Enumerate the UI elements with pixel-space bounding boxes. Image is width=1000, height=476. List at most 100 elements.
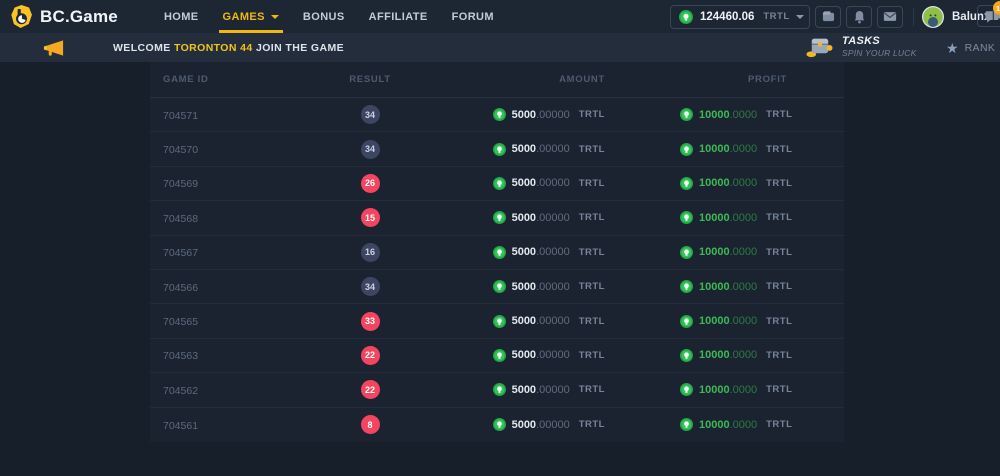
nav-forum[interactable]: FORUM: [440, 0, 506, 33]
welcome-message: WELCOME TORONTON 44 JOIN THE GAME: [113, 42, 344, 54]
table-row[interactable]: 704562 22 5000.00000 TRTL 10000.0000 TRT…: [150, 373, 844, 407]
result-badge: 34: [361, 140, 380, 159]
profit-currency: TRTL: [766, 178, 792, 189]
amount-currency: TRTL: [579, 144, 605, 155]
game-id: 704570: [163, 144, 198, 156]
trtl-coin-icon: [493, 177, 506, 190]
profit-integer: 10000: [699, 177, 730, 189]
amount-integer: 5000: [512, 246, 536, 258]
nav-games[interactable]: GAMES: [211, 0, 291, 33]
profit-integer: 10000: [699, 246, 730, 258]
profit-integer: 10000: [699, 109, 730, 121]
profit-integer: 10000: [699, 419, 730, 431]
profit-integer: 10000: [699, 281, 730, 293]
trtl-coin-icon: [680, 108, 693, 121]
trtl-coin-icon: [680, 177, 693, 190]
amount-integer: 5000: [512, 212, 536, 224]
tasks-widget[interactable]: TASKS SPIN YOUR LUCK: [806, 35, 916, 58]
amount-decimals: .00000: [536, 419, 570, 431]
result-badge: 22: [361, 380, 380, 399]
trtl-coin-icon: [493, 280, 506, 293]
profit-integer: 10000: [699, 349, 730, 361]
welcomed-username: TORONTON 44: [174, 42, 253, 54]
result-badge: 15: [361, 208, 380, 227]
table-row[interactable]: 704570 34 5000.00000 TRTL 10000.0000 TRT…: [150, 132, 844, 166]
game-id: 704562: [163, 385, 198, 397]
bcgame-logo-icon: [10, 4, 33, 29]
profit-currency: TRTL: [766, 419, 792, 430]
profit-decimals: .0000: [730, 109, 758, 121]
table-row[interactable]: 704567 16 5000.00000 TRTL 10000.0000 TRT…: [150, 236, 844, 270]
amount-currency: TRTL: [579, 178, 605, 189]
table-row[interactable]: 704569 26 5000.00000 TRTL 10000.0000 TRT…: [150, 167, 844, 201]
treasure-chest-icon: [806, 35, 833, 58]
table-row[interactable]: 704563 22 5000.00000 TRTL 10000.0000 TRT…: [150, 339, 844, 373]
profit-currency: TRTL: [766, 144, 792, 155]
nav-affiliate[interactable]: AFFILIATE: [357, 0, 440, 33]
trtl-coin-icon: [493, 211, 506, 224]
profit-integer: 10000: [699, 143, 730, 155]
game-id: 704567: [163, 247, 198, 259]
result-badge: 34: [361, 105, 380, 124]
balance-selector[interactable]: 124460.06 TRTL: [670, 5, 810, 29]
profit-decimals: .0000: [730, 246, 758, 258]
bets-table: GAME ID RESULT AMOUNT PROFIT 704571 34 5…: [150, 62, 844, 442]
amount-currency: TRTL: [579, 350, 605, 361]
notifications-button[interactable]: [846, 6, 872, 28]
amount-integer: 5000: [512, 143, 536, 155]
game-id: 704563: [163, 350, 198, 362]
profit-currency: TRTL: [766, 109, 792, 120]
table-row[interactable]: 704568 15 5000.00000 TRTL 10000.0000 TRT…: [150, 201, 844, 235]
profit-decimals: .0000: [730, 177, 758, 189]
amount-integer: 5000: [512, 419, 536, 431]
main-nav: HOME GAMES BONUS AFFILIATE FORUM: [152, 0, 506, 33]
profit-integer: 10000: [699, 384, 730, 396]
col-amount: AMOUNT: [559, 74, 605, 85]
profit-decimals: .0000: [730, 143, 758, 155]
table-row[interactable]: 704566 34 5000.00000 TRTL 10000.0000 TRT…: [150, 270, 844, 304]
profit-currency: TRTL: [766, 281, 792, 292]
trtl-coin-icon: [680, 143, 693, 156]
chevron-down-icon: [271, 15, 279, 19]
table-row[interactable]: 704565 33 5000.00000 TRTL 10000.0000 TRT…: [150, 304, 844, 338]
star-icon: ★: [946, 41, 959, 55]
amount-integer: 5000: [512, 315, 536, 327]
amount-decimals: .00000: [536, 281, 570, 293]
amount-currency: TRTL: [579, 384, 605, 395]
announcement-bar: WELCOME TORONTON 44 JOIN THE GAME TASKS …: [0, 33, 1000, 62]
trtl-coin-icon: [493, 143, 506, 156]
nav-home[interactable]: HOME: [152, 0, 211, 33]
nav-bonus[interactable]: BONUS: [291, 0, 357, 33]
profit-currency: TRTL: [766, 212, 792, 223]
amount-decimals: .00000: [536, 246, 570, 258]
amount-currency: TRTL: [579, 109, 605, 120]
game-id: 704565: [163, 316, 198, 328]
brand-logo[interactable]: BC.Game: [10, 4, 118, 29]
trtl-coin-icon: [493, 108, 506, 121]
amount-decimals: .00000: [536, 384, 570, 396]
col-profit: PROFIT: [748, 74, 787, 85]
amount-currency: TRTL: [579, 316, 605, 327]
result-badge: 8: [361, 415, 380, 434]
chevron-down-icon: [796, 15, 804, 19]
game-id: 704561: [163, 420, 198, 432]
rank-button[interactable]: ★ RANK: [946, 33, 995, 62]
amount-currency: TRTL: [579, 212, 605, 223]
main-content: GAME ID RESULT AMOUNT PROFIT 704571 34 5…: [0, 62, 1000, 476]
trtl-coin-icon: [679, 10, 693, 24]
bell-icon: [853, 10, 866, 24]
wallet-button[interactable]: [815, 6, 841, 28]
balance-currency: TRTL: [763, 11, 789, 22]
amount-integer: 5000: [512, 349, 536, 361]
amount-decimals: .00000: [536, 212, 570, 224]
game-id: 704566: [163, 282, 198, 294]
table-row[interactable]: 704561 8 5000.00000 TRTL 10000.0000 TRTL: [150, 408, 844, 442]
trtl-coin-icon: [680, 383, 693, 396]
messages-button[interactable]: [877, 6, 903, 28]
amount-decimals: .00000: [536, 349, 570, 361]
amount-integer: 5000: [512, 281, 536, 293]
profit-decimals: .0000: [730, 281, 758, 293]
tasks-title: TASKS: [842, 35, 916, 47]
table-row[interactable]: 704571 34 5000.00000 TRTL 10000.0000 TRT…: [150, 98, 844, 132]
profit-currency: TRTL: [766, 247, 792, 258]
